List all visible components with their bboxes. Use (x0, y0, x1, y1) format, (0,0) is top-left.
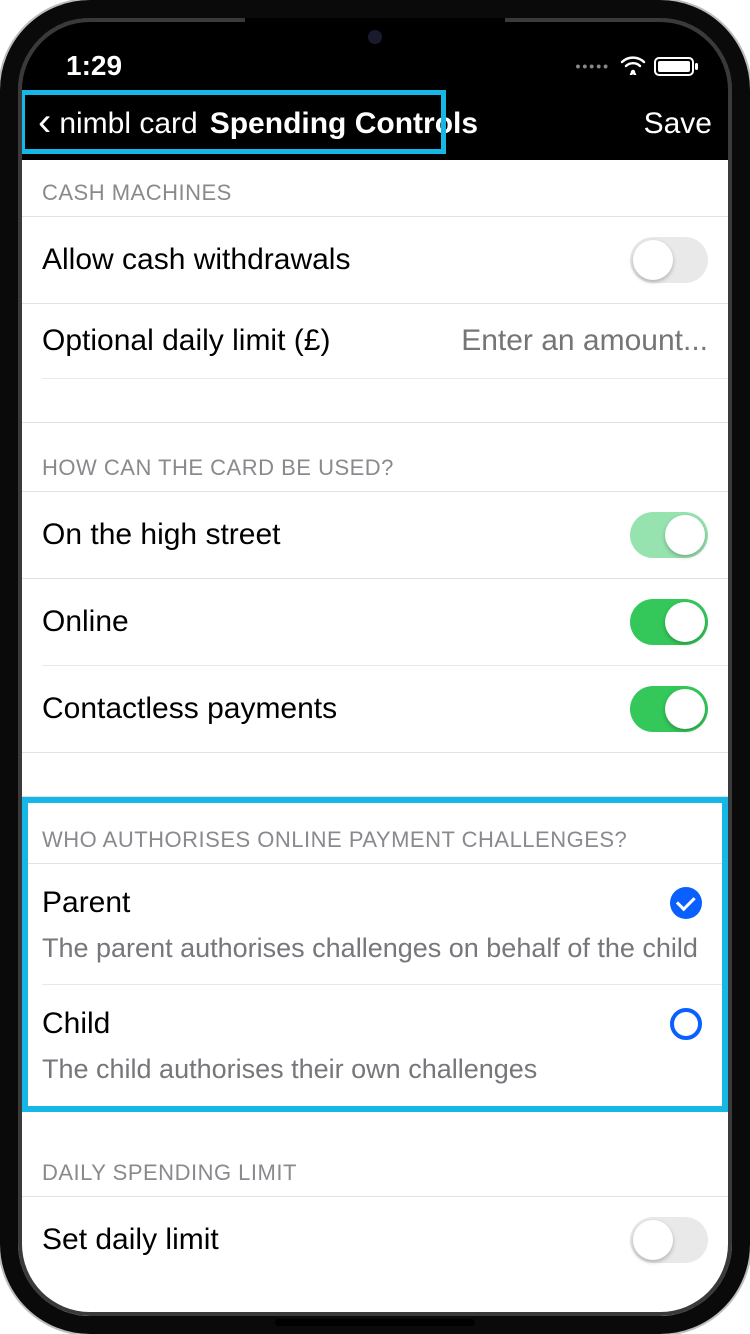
auth-parent-desc: The parent authorises challenges on beha… (42, 930, 702, 966)
row-set-daily-limit[interactable]: Set daily limit (18, 1197, 732, 1283)
usage-online-toggle[interactable] (630, 599, 708, 645)
section-authorises: WHO AUTHORISES ONLINE PAYMENT CHALLENGES… (18, 797, 732, 1122)
content-scroll[interactable]: CASH MACHINES Allow cash withdrawals Opt… (18, 160, 732, 1316)
daily-limit-input[interactable] (408, 324, 708, 358)
wifi-icon (620, 50, 646, 82)
set-daily-label: Set daily limit (42, 1223, 630, 1257)
checkmark-circle-icon (670, 887, 702, 919)
status-time: 1:29 (66, 50, 122, 82)
radio-unselected-icon (670, 1008, 702, 1040)
back-label: nimbl card (59, 107, 197, 141)
auth-option-parent[interactable]: Parent The parent authorises challenges … (42, 864, 732, 985)
set-daily-toggle[interactable] (630, 1217, 708, 1263)
section-gap (18, 753, 732, 797)
row-daily-limit-input[interactable]: Optional daily limit (£) (42, 304, 732, 379)
auth-child-title: Child (42, 1007, 110, 1041)
home-indicator (275, 1319, 475, 1326)
auth-parent-title: Parent (42, 886, 130, 920)
battery-icon (654, 57, 694, 76)
daily-limit-label: Optional daily limit (£) (42, 324, 408, 358)
auth-child-desc: The child authorises their own challenge… (42, 1051, 702, 1087)
section-header-cash: CASH MACHINES (18, 160, 732, 217)
cellular-dots-icon: ••••• (575, 58, 610, 74)
chevron-left-icon: ‹ (32, 100, 59, 149)
allow-cash-toggle[interactable] (630, 237, 708, 283)
allow-cash-label: Allow cash withdrawals (42, 243, 630, 277)
back-button[interactable]: ‹ nimbl card Spending Controls (26, 96, 484, 153)
auth-option-child[interactable]: Child The child authorises their own cha… (18, 985, 732, 1105)
usage-contactless-toggle[interactable] (630, 686, 708, 732)
section-header-daily: DAILY SPENDING LIMIT (18, 1142, 732, 1197)
usage-online-label: Online (42, 605, 630, 639)
row-usage-online[interactable]: Online (42, 579, 732, 666)
row-allow-cash[interactable]: Allow cash withdrawals (18, 217, 732, 304)
usage-highstreet-label: On the high street (42, 518, 630, 552)
section-header-auth: WHO AUTHORISES ONLINE PAYMENT CHALLENGES… (18, 797, 732, 864)
row-usage-contactless[interactable]: Contactless payments (18, 666, 732, 753)
page-title: Spending Controls (210, 107, 478, 141)
section-header-usage: HOW CAN THE CARD BE USED? (18, 423, 732, 492)
usage-highstreet-toggle[interactable] (630, 512, 708, 558)
nav-bar: ‹ nimbl card Spending Controls Save (18, 88, 732, 160)
usage-contactless-label: Contactless payments (42, 692, 630, 726)
section-gap (18, 1122, 732, 1142)
section-gap (18, 379, 732, 423)
status-right: ••••• (575, 50, 694, 82)
save-button[interactable]: Save (644, 107, 712, 141)
row-usage-highstreet[interactable]: On the high street (18, 492, 732, 579)
